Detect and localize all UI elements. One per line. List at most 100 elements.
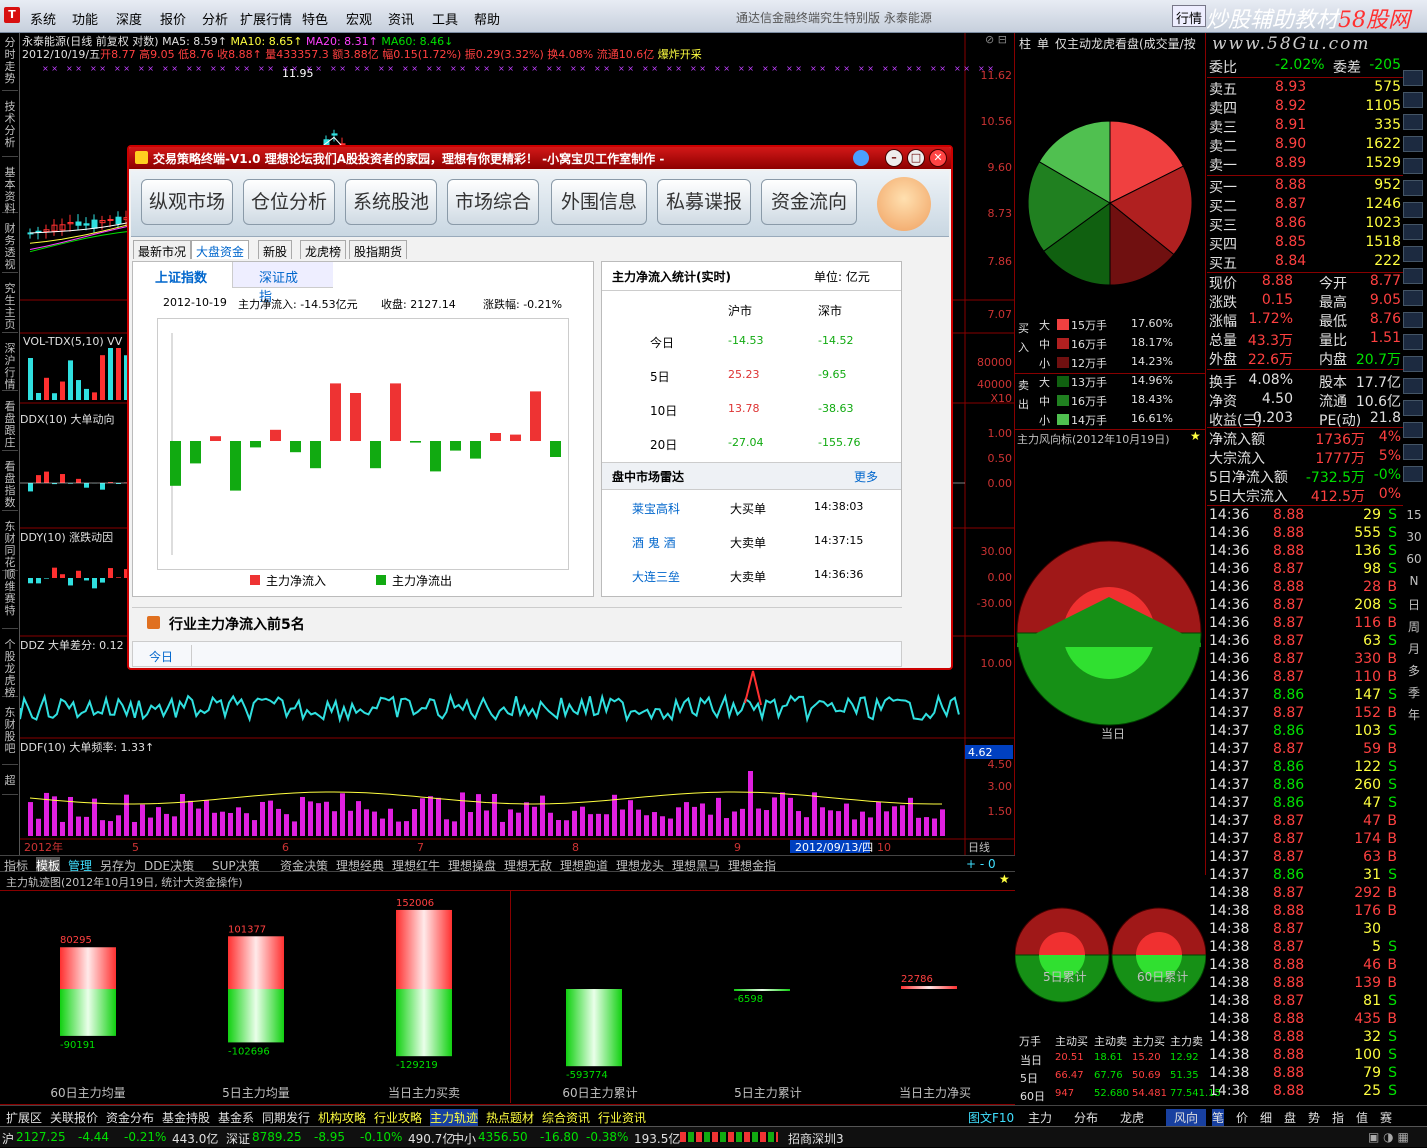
status-tab-8[interactable]: 主力轨迹 xyxy=(430,1109,479,1126)
chart-close-icon[interactable]: ⊘ ⊟ xyxy=(985,33,1007,46)
status-tab-5[interactable]: 同期发行 xyxy=(262,1109,310,1126)
chart-icon[interactable] xyxy=(1403,70,1423,86)
left-tab-6[interactable]: 看盘跟庄 xyxy=(2,399,18,451)
left-tab-3[interactable]: 财务透视 xyxy=(2,221,18,273)
fs-icon[interactable] xyxy=(1403,422,1423,438)
left-tab-2[interactable]: 基本资料 xyxy=(2,165,18,215)
status-rtab-1[interactable]: 分布 xyxy=(1074,1109,1098,1126)
toolbar-button-3[interactable]: 市场综合 xyxy=(447,179,539,225)
vtab-1[interactable]: 30 xyxy=(1405,530,1423,544)
toolbar-button-5[interactable]: 私募谍报 xyxy=(657,179,751,225)
subtab-0[interactable]: 最新市况 xyxy=(133,240,192,259)
vtab-0[interactable]: 15 xyxy=(1405,508,1423,522)
menu-item-10[interactable]: 帮助 xyxy=(474,9,500,28)
tiger-header-1[interactable]: 单 xyxy=(1037,35,1049,52)
left-tab-9[interactable]: 维赛特 xyxy=(2,579,18,629)
menu-item-7[interactable]: 宏观 xyxy=(346,9,372,28)
tab-shenzhen-index[interactable]: 深证成指 xyxy=(233,262,333,305)
favorite-star-icon[interactable]: ★ xyxy=(1190,429,1201,443)
vtab-4[interactable]: 日 xyxy=(1405,596,1423,613)
search-icon[interactable] xyxy=(1403,268,1423,284)
status-qtab-7[interactable]: 赛 xyxy=(1380,1109,1392,1126)
table-icon[interactable] xyxy=(1403,114,1423,130)
status-qtab-2[interactable]: 细 xyxy=(1260,1109,1272,1126)
tiger-header-0[interactable]: 柱 xyxy=(1019,35,1031,52)
status-tab-11[interactable]: 行业资讯 xyxy=(598,1109,646,1126)
toolbar-button-4[interactable]: 外围信息 xyxy=(551,179,647,225)
menu-item-5[interactable]: 扩展行情 xyxy=(240,9,292,28)
menu-item-8[interactable]: 资讯 xyxy=(388,9,414,28)
left-tab-12[interactable]: 超 xyxy=(2,773,18,795)
radar-stock-0[interactable]: 莱宝高科 xyxy=(632,500,680,517)
close-button[interactable]: ✕ xyxy=(929,149,947,167)
menu-item-0[interactable]: 系统 xyxy=(30,9,56,28)
status-qtab-5[interactable]: 指 xyxy=(1332,1109,1344,1126)
menu-item-3[interactable]: 报价 xyxy=(160,9,186,28)
menu-item-2[interactable]: 深度 xyxy=(116,9,142,28)
fiz-icon[interactable] xyxy=(1403,224,1423,240)
status-tab-9[interactable]: 热点题材 xyxy=(486,1109,534,1126)
status-tab-2[interactable]: 资金分布 xyxy=(106,1109,154,1126)
doc-icon[interactable] xyxy=(1403,180,1423,196)
menu-item-9[interactable]: 工具 xyxy=(432,9,458,28)
status-qtab-3[interactable]: 盘 xyxy=(1284,1109,1296,1126)
skin-icon[interactable] xyxy=(853,150,869,166)
tiger-header-2[interactable]: 仅主动 xyxy=(1055,35,1091,52)
tab-shanghai-index[interactable]: 上证指数 xyxy=(133,262,233,288)
menu-item-6[interactable]: 特色 xyxy=(302,9,328,28)
toolbar-button-2[interactable]: 系统股池 xyxy=(345,179,437,225)
status-qtab-6[interactable]: 值 xyxy=(1356,1109,1368,1126)
vtab-3[interactable]: N xyxy=(1405,574,1423,588)
left-tab-1[interactable]: 技术分析 xyxy=(2,99,18,157)
rsi-icon[interactable] xyxy=(1403,312,1423,328)
left-tab-11[interactable]: 东财股吧 xyxy=(2,705,18,765)
left-tab-0[interactable]: 分时走势 xyxy=(2,35,18,91)
status-tab-1[interactable]: 关联报价 xyxy=(50,1109,98,1126)
status-qtab-1[interactable]: 价 xyxy=(1236,1109,1248,1126)
status-qtab-4[interactable]: 势 xyxy=(1308,1109,1320,1126)
toolbar-button-6[interactable]: 资金流向 xyxy=(761,179,857,225)
indicator-tab-controls[interactable]: + - 0 xyxy=(966,857,996,871)
left-tab-8[interactable]: 东财同花顺 xyxy=(2,519,18,581)
plus-icon[interactable] xyxy=(1403,334,1423,350)
list-icon[interactable] xyxy=(1403,136,1423,152)
status-tab-4[interactable]: 基金系 xyxy=(218,1109,254,1126)
status-rtab-2[interactable]: 龙虎 xyxy=(1120,1109,1144,1126)
maximize-button[interactable]: □ xyxy=(907,149,925,167)
fx-icon[interactable] xyxy=(1403,246,1423,262)
toolbar-button-0[interactable]: 纵观市场 xyxy=(141,179,233,225)
left-tab-4[interactable]: 究生主页 xyxy=(2,281,18,333)
left-tab-7[interactable]: 看盘指数 xyxy=(2,459,18,511)
vtab-9[interactable]: 年 xyxy=(1405,706,1423,723)
status-tab-6[interactable]: 机构攻略 xyxy=(318,1109,366,1126)
radar-more-link[interactable]: 更多 xyxy=(854,468,878,485)
toolbar-button-1[interactable]: 仓位分析 xyxy=(243,179,335,225)
left-tab-10[interactable]: 个股龙虎榜 xyxy=(2,637,18,699)
status-f10-tab[interactable]: 图文F10 xyxy=(968,1109,1014,1126)
subtab-2[interactable]: 新股 xyxy=(258,240,293,259)
excel-icon[interactable] xyxy=(1403,444,1423,460)
status-rtab-0[interactable]: 主力 xyxy=(1028,1109,1052,1126)
f10-icon[interactable] xyxy=(1403,158,1423,174)
vtab-8[interactable]: 季 xyxy=(1405,684,1423,701)
vtab-7[interactable]: 多 xyxy=(1405,662,1423,679)
left-tab-5[interactable]: 深沪行情 xyxy=(2,341,18,391)
status-tab-7[interactable]: 行业攻略 xyxy=(374,1109,422,1126)
trend-icon[interactable] xyxy=(1403,92,1423,108)
menu-item-1[interactable]: 功能 xyxy=(72,9,98,28)
tiger-header-3[interactable]: 龙虎看盘(成交量/按 xyxy=(1091,35,1196,52)
menu-item-4[interactable]: 分析 xyxy=(202,9,228,28)
status-rtab-3[interactable]: 风向 xyxy=(1166,1109,1207,1126)
subtab-4[interactable]: 股指期货 xyxy=(349,240,408,259)
radar-stock-2[interactable]: 大连三垒 xyxy=(632,568,680,585)
vtab-6[interactable]: 月 xyxy=(1405,640,1423,657)
minimize-button[interactable]: – xyxy=(885,149,903,167)
status-tab-3[interactable]: 基金持股 xyxy=(162,1109,210,1126)
mode-selector[interactable]: 行情 xyxy=(1172,5,1206,27)
status-tab-0[interactable]: 扩展区 xyxy=(6,1109,42,1126)
grid-icon[interactable] xyxy=(1403,290,1423,306)
vtab-5[interactable]: 周 xyxy=(1405,618,1423,635)
industry-tab-today[interactable]: 今日 xyxy=(137,645,192,667)
book-icon[interactable] xyxy=(1403,466,1423,482)
move-icon[interactable] xyxy=(1403,356,1423,372)
